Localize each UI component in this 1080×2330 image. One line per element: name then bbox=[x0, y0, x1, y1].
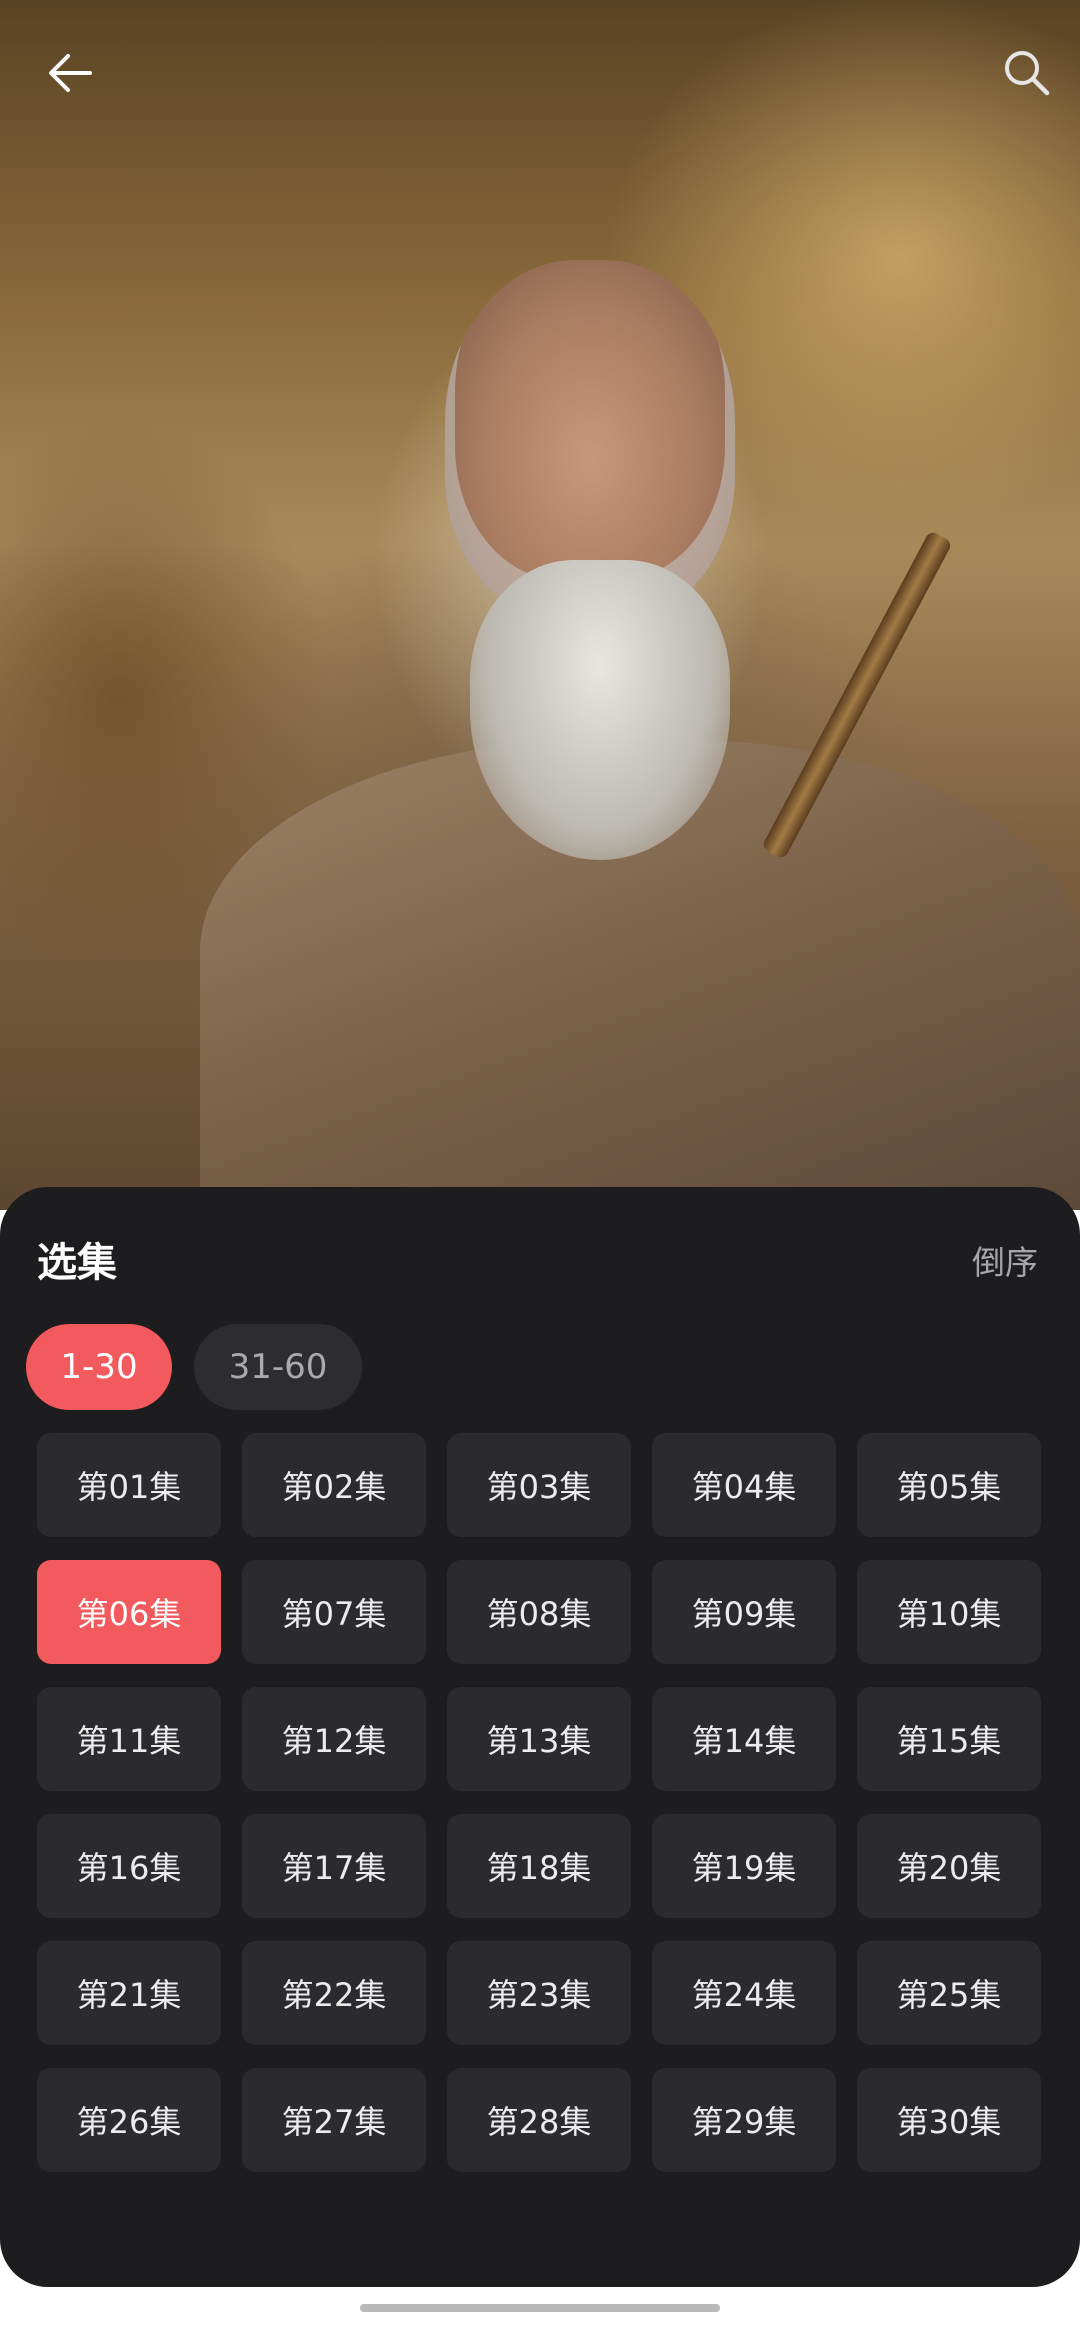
home-indicator[interactable] bbox=[360, 2304, 720, 2312]
episode-button[interactable]: 第29集 bbox=[652, 2068, 836, 2172]
episode-button[interactable]: 第23集 bbox=[447, 1941, 631, 2045]
back-button[interactable] bbox=[25, 28, 115, 118]
episode-button[interactable]: 第19集 bbox=[652, 1814, 836, 1918]
reverse-order-button[interactable]: 倒序 bbox=[972, 1236, 1038, 1284]
range-tab-31-60[interactable]: 31-60 bbox=[194, 1324, 362, 1410]
episode-button[interactable]: 第17集 bbox=[242, 1814, 426, 1918]
episode-button-selected[interactable]: 第06集 bbox=[37, 1560, 221, 1664]
episode-button[interactable]: 第09集 bbox=[652, 1560, 836, 1664]
episode-grid: 第01集 第02集 第03集 第04集 第05集 第06集 第07集 第08集 … bbox=[37, 1433, 1043, 2172]
episode-button[interactable]: 第15集 bbox=[857, 1687, 1041, 1791]
episode-button[interactable]: 第03集 bbox=[447, 1433, 631, 1537]
episode-button[interactable]: 第02集 bbox=[242, 1433, 426, 1537]
video-player[interactable] bbox=[0, 0, 1080, 1210]
episode-button[interactable]: 第27集 bbox=[242, 2068, 426, 2172]
range-tab-1-30[interactable]: 1-30 bbox=[26, 1324, 172, 1410]
episode-button[interactable]: 第26集 bbox=[37, 2068, 221, 2172]
episode-button[interactable]: 第22集 bbox=[242, 1941, 426, 2045]
episode-button[interactable]: 第25集 bbox=[857, 1941, 1041, 2045]
episode-button[interactable]: 第18集 bbox=[447, 1814, 631, 1918]
episode-button[interactable]: 第05集 bbox=[857, 1433, 1041, 1537]
episode-button[interactable]: 第04集 bbox=[652, 1433, 836, 1537]
search-button[interactable] bbox=[982, 28, 1072, 118]
episode-button[interactable]: 第28集 bbox=[447, 2068, 631, 2172]
episode-button[interactable]: 第07集 bbox=[242, 1560, 426, 1664]
episode-button[interactable]: 第10集 bbox=[857, 1560, 1041, 1664]
episode-button[interactable]: 第24集 bbox=[652, 1941, 836, 2045]
episode-button[interactable]: 第30集 bbox=[857, 2068, 1041, 2172]
episode-button[interactable]: 第21集 bbox=[37, 1941, 221, 2045]
search-icon bbox=[1005, 51, 1050, 96]
episode-button[interactable]: 第16集 bbox=[37, 1814, 221, 1918]
arrow-left-icon bbox=[49, 54, 92, 92]
episode-button[interactable]: 第08集 bbox=[447, 1560, 631, 1664]
sheet-title: 选集 bbox=[37, 1240, 117, 1286]
episode-button[interactable]: 第20集 bbox=[857, 1814, 1041, 1918]
episode-button[interactable]: 第11集 bbox=[37, 1687, 221, 1791]
episode-button[interactable]: 第14集 bbox=[652, 1687, 836, 1791]
episode-button[interactable]: 第12集 bbox=[242, 1687, 426, 1791]
episode-button[interactable]: 第13集 bbox=[447, 1687, 631, 1791]
video-figure-beard bbox=[470, 560, 730, 860]
episode-button[interactable]: 第01集 bbox=[37, 1433, 221, 1537]
